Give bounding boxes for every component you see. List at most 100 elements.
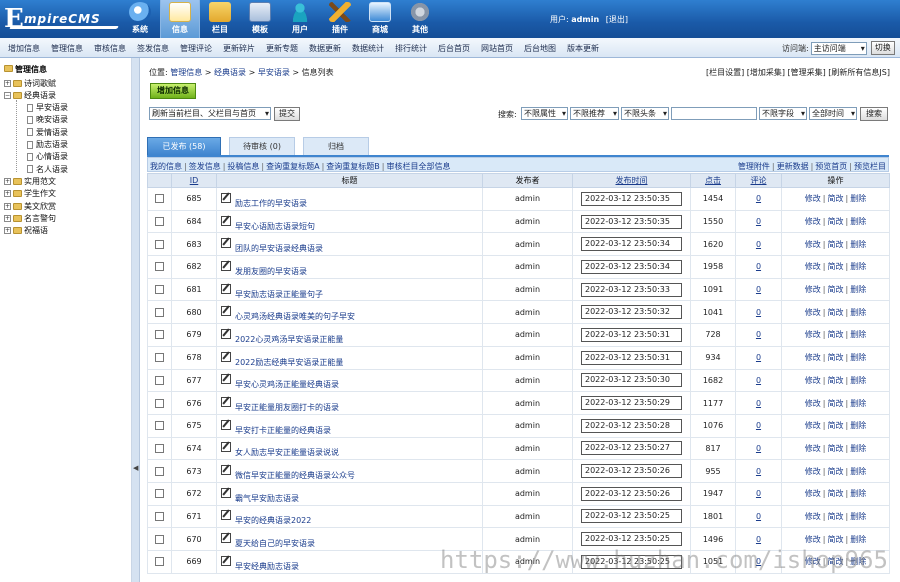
row-time-input[interactable]: 2022-03-12 23:50:25 <box>581 554 682 569</box>
row-checkbox[interactable] <box>155 421 164 431</box>
topnav-item-6[interactable]: 商城 <box>360 0 400 38</box>
edit-pen-icon[interactable] <box>221 487 231 498</box>
expand-icon[interactable]: + <box>4 79 11 87</box>
column-setting-links[interactable]: [栏目设置] [增加采集] [管理采集] [刷新所有信息JS] <box>706 67 890 78</box>
delete-link[interactable]: 删除 <box>850 467 866 476</box>
edit-link[interactable]: 修改 <box>805 353 821 362</box>
filter-link[interactable]: 投稿信息 <box>227 162 259 171</box>
quick-edit-link[interactable]: 简改 <box>828 557 844 566</box>
row-title-link[interactable]: 早安励志语录正能量句子 <box>235 290 323 299</box>
row-title-link[interactable]: 早安心灵鸡汤正能量经典语录 <box>235 380 339 389</box>
tree-node[interactable]: + 学生作文 <box>4 188 56 200</box>
edit-link[interactable]: 修改 <box>805 535 821 544</box>
edit-pen-icon[interactable] <box>221 419 231 430</box>
edit-pen-icon[interactable] <box>221 533 231 544</box>
edit-pen-icon[interactable] <box>221 283 231 294</box>
row-comments-link[interactable]: 0 <box>756 194 761 203</box>
row-checkbox[interactable] <box>155 217 164 227</box>
col-id[interactable]: ID <box>171 173 217 188</box>
empirecms-logo[interactable]: E mpireCMS <box>4 4 122 34</box>
headline-select[interactable]: 不限头条 <box>621 107 669 120</box>
row-checkbox[interactable] <box>155 262 164 272</box>
edit-link[interactable]: 修改 <box>805 421 821 430</box>
search-button[interactable]: 搜索 <box>860 107 888 121</box>
tree-node[interactable]: − 经典语录 <box>4 89 56 101</box>
row-time-input[interactable]: 2022-03-12 23:50:31 <box>581 327 682 342</box>
breadcrumb-item[interactable]: 经典语录 <box>214 68 246 77</box>
delete-link[interactable]: 删除 <box>850 353 866 362</box>
tree-node[interactable]: 晚安语录 <box>27 114 68 126</box>
expand-icon[interactable]: + <box>4 190 11 198</box>
edit-pen-icon[interactable] <box>221 555 231 566</box>
delete-link[interactable]: 删除 <box>850 308 866 317</box>
edit-pen-icon[interactable] <box>221 465 231 476</box>
menu-link-2[interactable]: 审核信息 <box>94 43 126 54</box>
edit-link[interactable]: 修改 <box>805 194 821 203</box>
quick-edit-link[interactable]: 简改 <box>828 330 844 339</box>
delete-link[interactable]: 删除 <box>850 262 866 271</box>
edit-pen-icon[interactable] <box>221 442 231 453</box>
quick-edit-link[interactable]: 简改 <box>828 308 844 317</box>
filter-link[interactable]: 管理附件 <box>738 162 770 171</box>
edit-pen-icon[interactable] <box>221 215 231 226</box>
filter-link[interactable]: 更新数据 <box>777 162 809 171</box>
switch-button[interactable]: 切换 <box>870 41 895 55</box>
row-time-input[interactable]: 2022-03-12 23:50:30 <box>581 373 682 388</box>
recommend-select[interactable]: 不限推荐 <box>570 107 619 120</box>
row-title-link[interactable]: 早安正能量朋友圈打卡的语录 <box>235 403 339 412</box>
col-comments[interactable]: 评论 <box>735 173 782 188</box>
row-title-link[interactable]: 励志工作的早安语录 <box>235 199 307 208</box>
time-select[interactable]: 全部时间 <box>809 107 857 120</box>
row-time-input[interactable]: 2022-03-12 23:50:34 <box>581 259 682 274</box>
row-comments-link[interactable]: 0 <box>756 399 761 408</box>
menu-link-10[interactable]: 后台首页 <box>438 43 470 54</box>
tree-node[interactable]: 励志语录 <box>27 139 68 151</box>
row-title-link[interactable]: 霸气早安励志语录 <box>235 494 299 503</box>
edit-link[interactable]: 修改 <box>805 557 821 566</box>
menu-link-4[interactable]: 管理评论 <box>180 43 212 54</box>
quick-edit-link[interactable]: 简改 <box>828 194 844 203</box>
row-time-input[interactable]: 2022-03-12 23:50:26 <box>581 464 682 479</box>
topnav-item-2[interactable]: 栏目 <box>200 0 240 38</box>
refresh-scope-select[interactable]: 刷新当前栏目、父栏目与首页 <box>149 107 271 120</box>
edit-pen-icon[interactable] <box>221 397 231 408</box>
filter-link[interactable]: 查询重复标题A <box>266 162 319 171</box>
menu-link-11[interactable]: 网站首页 <box>481 43 513 54</box>
row-comments-link[interactable]: 0 <box>756 240 761 249</box>
row-title-link[interactable]: 早安心语励志语录短句 <box>235 222 315 231</box>
edit-link[interactable]: 修改 <box>805 489 821 498</box>
quick-edit-link[interactable]: 简改 <box>828 399 844 408</box>
row-time-input[interactable]: 2022-03-12 23:50:34 <box>581 237 682 252</box>
row-comments-link[interactable]: 0 <box>756 262 761 271</box>
row-comments-link[interactable]: 0 <box>756 217 761 226</box>
row-time-input[interactable]: 2022-03-12 23:50:25 <box>581 532 682 547</box>
row-checkbox[interactable] <box>155 285 164 295</box>
tree-node[interactable]: + 祝福语 <box>4 225 48 237</box>
row-comments-link[interactable]: 0 <box>756 421 761 430</box>
row-time-input[interactable]: 2022-03-12 23:50:35 <box>581 214 682 229</box>
row-title-link[interactable]: 心灵鸡汤经典语录唯美的句子早安 <box>235 312 355 321</box>
row-checkbox[interactable] <box>155 307 164 317</box>
row-comments-link[interactable]: 0 <box>756 489 761 498</box>
topnav-item-3[interactable]: 模板 <box>240 0 280 38</box>
delete-link[interactable]: 删除 <box>850 399 866 408</box>
quick-edit-link[interactable]: 简改 <box>828 262 844 271</box>
collapse-arrow-icon[interactable]: ◀ <box>133 464 138 472</box>
edit-pen-icon[interactable] <box>221 374 231 385</box>
delete-link[interactable]: 删除 <box>850 489 866 498</box>
row-checkbox[interactable] <box>155 557 164 567</box>
quick-edit-link[interactable]: 简改 <box>828 240 844 249</box>
row-title-link[interactable]: 团队的早安语录经典语录 <box>235 244 323 253</box>
edit-link[interactable]: 修改 <box>805 308 821 317</box>
expand-icon[interactable]: + <box>4 177 11 185</box>
breadcrumb-item[interactable]: 管理信息 <box>170 68 202 77</box>
expand-icon[interactable]: + <box>4 227 11 235</box>
row-time-input[interactable]: 2022-03-12 23:50:33 <box>581 282 682 297</box>
delete-link[interactable]: 删除 <box>850 194 866 203</box>
tree-node[interactable]: 名人语录 <box>27 163 68 175</box>
row-checkbox[interactable] <box>155 443 164 453</box>
row-time-input[interactable]: 2022-03-12 23:50:26 <box>581 486 682 501</box>
breadcrumb-item[interactable]: 早安语录 <box>258 68 290 77</box>
row-title-link[interactable]: 女人励志早安正能量语录说说 <box>235 448 339 457</box>
tree-node[interactable]: + 名言警句 <box>4 212 56 224</box>
